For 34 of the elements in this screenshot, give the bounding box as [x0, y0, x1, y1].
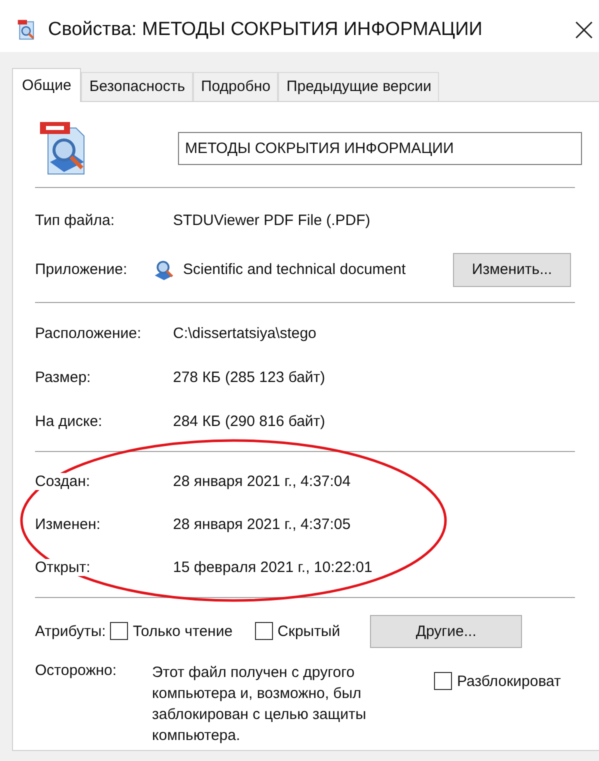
field-label: На диске:: [35, 412, 104, 430]
field-value: 284 КБ (290 816 байт): [173, 412, 326, 430]
other-button[interactable]: Другие...: [370, 614, 522, 648]
checkbox[interactable]: [110, 622, 128, 640]
field-value: STDUViewer PDF File (.PDF): [173, 212, 370, 229]
field-value: Scientific and technical document: [183, 261, 406, 278]
tab[interactable]: Общие: [12, 68, 82, 102]
field-value: 28 января 2021 г., 4:37:05: [173, 516, 351, 533]
field-label: Расположение:: [35, 324, 142, 342]
checkbox[interactable]: [254, 622, 273, 640]
field-label: Размер:: [35, 368, 92, 386]
field-value: 278 КБ (285 123 байт): [173, 368, 326, 386]
checkbox-label[interactable]: Скрытый: [278, 622, 340, 640]
file-name-field[interactable]: МЕТОДЫ СОКРЫТИЯ ИНФОРМАЦИИ: [178, 132, 582, 165]
field-value: 28 января 2021 г., 4:37:04: [173, 473, 351, 490]
field-label: Атрибуты:: [35, 622, 106, 640]
tab[interactable]: Предыдущие версии: [278, 72, 440, 101]
field-label: Тип файла:: [35, 212, 116, 229]
checkbox-label[interactable]: Только чтение: [132, 622, 233, 640]
close-icon[interactable]: [575, 21, 593, 39]
magnifier-icon: [153, 258, 175, 280]
change-button[interactable]: Изменить...: [453, 252, 571, 286]
tab[interactable]: Подробно: [193, 72, 278, 101]
warning-text: Этот файл получен с другого компьютера и, возможно, был заблокирован с целью защиты компьютера.: [152, 663, 368, 746]
checkbox[interactable]: [434, 672, 452, 690]
window-title: Свойства: МЕТОДЫ СОКРЫТИЯ ИНФОРМАЦИИ: [48, 19, 484, 41]
field-value: 15 февраля 2021 г., 10:22:01: [173, 559, 372, 576]
field-value: C:\dissertatsiya\stego: [173, 324, 316, 342]
field-label: Осторожно:: [35, 662, 118, 679]
field-label: Приложение:: [35, 261, 128, 278]
field-label: Создан:: [35, 473, 90, 490]
tab[interactable]: Безопасность: [81, 72, 194, 101]
field-label: Открыт:: [35, 559, 90, 576]
checkbox-label[interactable]: Разблокироват: [457, 672, 561, 690]
